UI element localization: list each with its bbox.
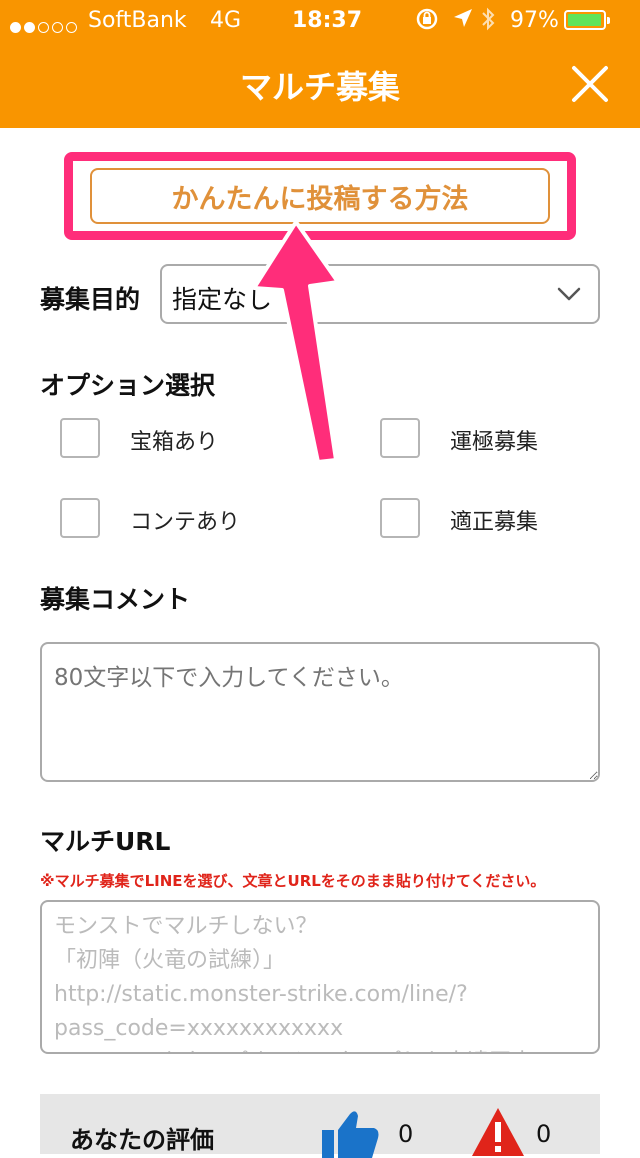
rating-bar: あなたの評価 0 0	[40, 1094, 600, 1158]
how-to-post-button[interactable]: かんたんに投稿する方法	[90, 168, 550, 224]
close-button[interactable]	[566, 60, 614, 108]
option-label: 運極募集	[450, 430, 539, 455]
comment-label: 募集コメント	[40, 585, 191, 614]
checkbox[interactable]	[60, 498, 100, 538]
comment-input[interactable]	[40, 642, 600, 782]
carrier-name: SoftBank	[88, 8, 187, 33]
option-label: 宝箱あり	[130, 430, 219, 455]
placeholder-line: pass_code=xxxxxxxxxxxx	[54, 1016, 344, 1041]
chevron-down-icon	[557, 287, 581, 301]
checkbox[interactable]	[380, 498, 420, 538]
close-icon	[572, 66, 608, 102]
placeholder-line: ↑このURLをタップすると、タップした人達同士で	[54, 1046, 586, 1052]
multi-url-label: マルチURL	[40, 827, 171, 856]
status-bar: SoftBank 4G 18:37 97%	[0, 0, 640, 40]
signal-strength-icon	[10, 14, 80, 39]
checkbox[interactable]	[380, 418, 420, 458]
bluetooth-icon	[480, 6, 496, 38]
option-label: コンテあり	[130, 510, 241, 535]
network-type: 4G	[210, 8, 242, 33]
location-icon	[452, 7, 474, 35]
placeholder-line: モンストでマルチしない？	[54, 914, 318, 939]
option-label: 適正募集	[450, 510, 539, 535]
multi-url-note: ※マルチ募集でLINEを選び、文章とURLをそのまま貼り付けてください。	[40, 872, 546, 890]
purpose-select[interactable]: 指定なし	[160, 264, 600, 324]
multi-url-input[interactable]: モンストでマルチしない？ 「初陣（火竜の試練）」 http://static.m…	[40, 900, 600, 1054]
page-title: マルチ募集	[239, 68, 400, 106]
purpose-label: 募集目的	[40, 285, 141, 314]
nav-bar: マルチ募集	[0, 40, 640, 128]
checkbox[interactable]	[60, 418, 100, 458]
rating-label: あなたの評価	[70, 1126, 214, 1154]
placeholder-line: http://static.monster-strike.com/line/?	[54, 982, 468, 1007]
warning-count: 0	[536, 1120, 552, 1148]
battery-icon	[564, 10, 610, 30]
placeholder-line: 「初陣（火竜の試練）」	[54, 948, 286, 973]
battery-fill	[568, 14, 601, 26]
rotation-lock-icon	[414, 6, 440, 38]
options-label: オプション選択	[40, 371, 216, 400]
clock: 18:37	[292, 8, 363, 33]
thumbs-up-icon[interactable]	[318, 1108, 380, 1158]
purpose-selected-value: 指定なし	[172, 285, 273, 314]
battery-percent: 97%	[510, 8, 559, 33]
thumbs-up-count: 0	[398, 1120, 414, 1148]
warning-icon[interactable]	[470, 1106, 526, 1158]
